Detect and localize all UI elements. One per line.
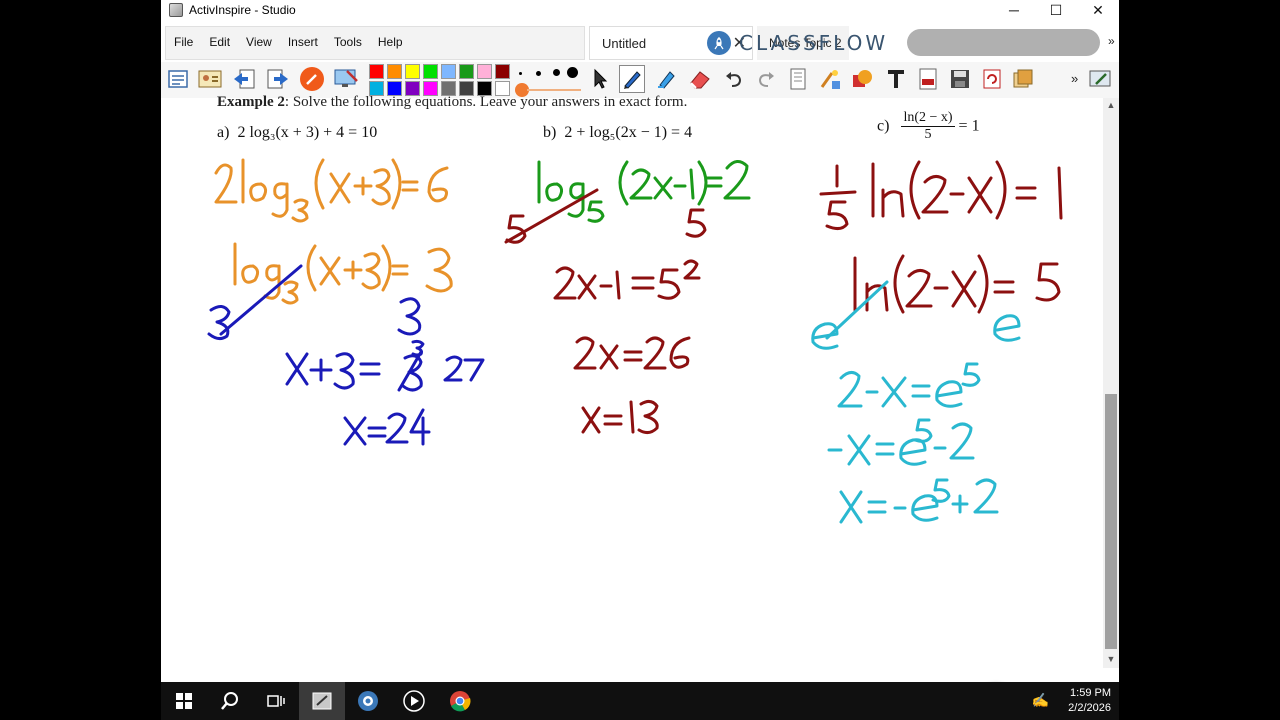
select-cursor-icon[interactable] [587,65,613,93]
menu-help[interactable]: Help [370,26,411,60]
pen-width-4[interactable] [567,67,578,78]
activinspire-app-icon [169,3,183,17]
classflow-brand: CLASSFLOW [739,31,889,55]
window-title: ActivInspire - Studio [189,3,296,17]
clock-date: 2/2/2026 [1068,702,1111,714]
desktop-annotate-icon[interactable] [333,65,359,93]
magic-ink-icon[interactable] [817,65,843,93]
color-pink-swatch[interactable] [477,64,492,79]
pen-width-1[interactable] [519,72,522,75]
menu-tools[interactable]: Tools [326,26,370,60]
task-view-icon[interactable] [253,682,299,720]
menu-view[interactable]: View [238,26,280,60]
menu-edit[interactable]: Edit [201,26,238,60]
windows-taskbar: ✍ 1:59 PM 2/2/2026 [161,682,1119,720]
menu-bar: File Edit View Insert Tools Help [165,26,585,60]
redo-icon[interactable] [753,65,779,93]
ink-c-darkred [819,160,1063,314]
toolbar-more-chevron-icon[interactable]: » [1071,71,1078,86]
menu-file[interactable]: File [166,26,201,60]
minimize-button[interactable]: ─ [993,0,1035,20]
pen-icon[interactable] [619,65,645,93]
system-clock[interactable]: 1:59 PM 2/2/2026 [1068,686,1111,716]
refresh-page-icon[interactable] [979,65,1005,93]
shape-tool-icon[interactable] [849,65,875,93]
pen-tray-icon[interactable]: ✍ [1032,692,1049,709]
window-controls: ─ ☐ ✕ [993,0,1119,20]
previous-page-icon[interactable] [231,65,257,93]
classflow-taskbar-icon[interactable] [345,682,391,720]
close-window-button[interactable]: ✕ [1077,0,1119,20]
ink-c-cyan [811,280,1021,524]
tab-untitled-label: Untitled [602,35,647,51]
color-darkred-swatch[interactable] [495,64,510,79]
highlighter-icon[interactable] [653,65,679,93]
export-pdf-icon[interactable] [915,65,941,93]
color-yellow-swatch[interactable] [405,64,420,79]
color-lightblue-swatch[interactable] [441,64,456,79]
activinspire-taskbar-icon[interactable] [299,682,345,720]
pen-width-3[interactable] [553,69,560,76]
color-red-swatch[interactable] [369,64,384,79]
search-icon[interactable] [207,682,253,720]
classflow-rocket-icon[interactable] [707,31,731,55]
classflow-search-field[interactable] [907,29,1100,56]
pen-width-slider-track[interactable] [527,89,581,91]
classflow-more-chevron-icon[interactable]: » [1108,34,1115,48]
flipchart-page[interactable]: Example 2: Solve the following equations… [161,94,1103,682]
page-reset-icon[interactable] [785,65,811,93]
media-player-icon[interactable] [391,682,437,720]
profile-icon[interactable] [197,65,223,93]
main-toolbar: » [161,62,1119,98]
pen-width-2[interactable] [536,71,541,76]
scroll-up-icon[interactable]: ▲ [1103,98,1119,112]
save-icon[interactable] [947,65,973,93]
text-tool-icon[interactable] [883,65,909,93]
undo-icon[interactable] [721,65,747,93]
activinspire-window: ActivInspire - Studio ─ ☐ ✕ File Edit Vi… [161,0,1119,682]
handwriting-ink-layer [207,158,1063,524]
clock-time: 1:59 PM [1070,687,1111,699]
classflow-bar: CLASSFLOW [707,30,888,56]
scroll-down-icon[interactable]: ▼ [1103,652,1119,666]
eraser-icon[interactable] [687,65,713,93]
windows-start-icon[interactable] [161,682,207,720]
chrome-icon[interactable] [437,682,483,720]
ink-b-darkred [504,188,707,435]
color-green-swatch[interactable] [423,64,438,79]
menu-insert[interactable]: Insert [280,26,326,60]
pen-tool-icon[interactable] [299,65,325,93]
next-page-icon[interactable] [265,65,291,93]
page-browser-icon[interactable] [1011,65,1037,93]
ink-a-line1 [214,158,449,223]
scroll-thumb[interactable] [1105,394,1117,649]
color-darkgreen-swatch[interactable] [459,64,474,79]
ink-b-green [537,160,751,223]
main-menu-icon[interactable] [165,65,191,93]
settings-icon[interactable] [1087,65,1113,93]
title-bar: ActivInspire - Studio ─ ☐ ✕ [161,0,1119,20]
color-orange-swatch[interactable] [387,64,402,79]
vertical-scrollbar[interactable]: ▲ ▼ [1103,98,1119,668]
ink-a-blue [207,264,485,446]
maximize-button[interactable]: ☐ [1035,0,1077,20]
